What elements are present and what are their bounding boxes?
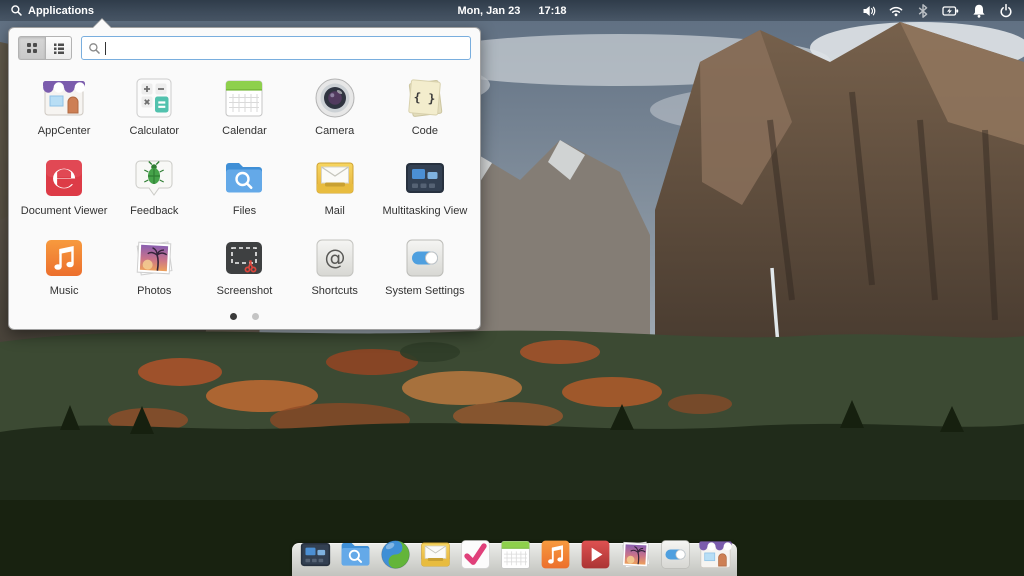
dock-item-photos[interactable]	[617, 536, 654, 573]
list-view-button[interactable]	[45, 36, 72, 60]
feedback-icon	[130, 154, 178, 202]
volume-icon[interactable]	[861, 3, 877, 19]
search-field	[81, 36, 471, 60]
web-browser-icon	[377, 536, 414, 573]
applications-launcher: AppCenter Calculator Calendar Camera Cod…	[8, 27, 481, 330]
app-label: Shortcuts	[311, 285, 358, 297]
app-label: Document Viewer	[20, 205, 108, 217]
multitasking-view-icon	[297, 536, 334, 573]
system-settings-icon	[401, 234, 449, 282]
power-icon[interactable]	[998, 3, 1014, 19]
photos-icon	[130, 234, 178, 282]
app-item-document-viewer[interactable]: Document Viewer	[19, 148, 109, 228]
bluetooth-icon[interactable]	[915, 3, 931, 19]
panel-date: Mon, Jan 23	[457, 4, 521, 17]
app-item-feedback[interactable]: Feedback	[109, 148, 199, 228]
document-viewer-icon	[40, 154, 88, 202]
tasks-icon	[457, 536, 494, 573]
battery-charging-icon[interactable]	[942, 3, 960, 19]
dock-item-calendar[interactable]	[497, 536, 534, 573]
applications-menu-button[interactable]: Applications	[0, 0, 104, 21]
app-label: AppCenter	[37, 125, 91, 137]
grid-view-icon	[27, 43, 37, 53]
app-label: Calendar	[222, 125, 267, 137]
music-icon	[537, 536, 574, 573]
appcenter-icon	[697, 536, 734, 573]
app-item-calendar[interactable]: Calendar	[199, 68, 289, 148]
notifications-icon[interactable]	[971, 3, 987, 19]
app-label: Feedback	[130, 205, 179, 217]
screenshot-icon	[220, 234, 268, 282]
calendar-icon	[220, 74, 268, 122]
system-settings-icon	[657, 536, 694, 573]
calculator-icon	[130, 74, 178, 122]
text-caret	[105, 41, 106, 55]
app-label: Screenshot	[216, 285, 273, 297]
app-label: Multitasking View	[382, 205, 468, 217]
photos-icon	[617, 536, 654, 573]
app-item-code[interactable]: Code	[380, 68, 470, 148]
dock-item-mail[interactable]	[417, 536, 454, 573]
app-label: Camera	[315, 125, 355, 137]
app-item-multitasking-view[interactable]: Multitasking View	[380, 148, 470, 228]
search-icon	[89, 42, 100, 54]
mail-icon	[311, 154, 359, 202]
shortcuts-icon	[311, 234, 359, 282]
music-icon	[40, 234, 88, 282]
datetime-indicator[interactable]: Mon, Jan 23 17:18	[457, 0, 566, 21]
app-label: Photos	[137, 285, 172, 297]
app-item-appcenter[interactable]: AppCenter	[19, 68, 109, 148]
panel-indicators	[861, 0, 1018, 21]
videos-icon	[577, 536, 614, 573]
calendar-icon	[497, 536, 534, 573]
search-icon	[11, 5, 22, 16]
dock-item-music[interactable]	[537, 536, 574, 573]
dock-item-appcenter[interactable]	[697, 536, 734, 573]
app-label: Mail	[324, 205, 345, 217]
appcenter-icon	[40, 74, 88, 122]
top-panel: Applications Mon, Jan 23 17:18	[0, 0, 1024, 21]
launcher-header	[9, 28, 480, 64]
app-label: Files	[232, 205, 257, 217]
app-item-system-settings[interactable]: System Settings	[380, 228, 470, 308]
applications-label: Applications	[28, 4, 95, 17]
grid-view-button[interactable]	[18, 36, 45, 60]
dock-item-system-settings[interactable]	[657, 536, 694, 573]
app-label: Music	[49, 285, 79, 297]
app-item-mail[interactable]: Mail	[290, 148, 380, 228]
app-item-music[interactable]: Music	[19, 228, 109, 308]
files-icon	[220, 154, 268, 202]
mail-icon	[417, 536, 454, 573]
code-icon	[401, 74, 449, 122]
multitasking-view-icon	[401, 154, 449, 202]
dock-item-videos[interactable]	[577, 536, 614, 573]
app-item-shortcuts[interactable]: Shortcuts	[290, 228, 380, 308]
app-grid: AppCenter Calculator Calendar Camera Cod…	[9, 64, 480, 308]
list-view-icon	[53, 43, 64, 54]
app-item-screenshot[interactable]: Screenshot	[199, 228, 289, 308]
dock-items	[297, 536, 734, 573]
desktop: { } ℮	[0, 0, 1024, 576]
dock-item-multitasking-view[interactable]	[297, 536, 334, 573]
files-icon	[337, 536, 374, 573]
panel-time: 17:18	[538, 4, 567, 17]
dock-item-tasks[interactable]	[457, 536, 494, 573]
app-label: Calculator	[129, 125, 180, 137]
app-item-photos[interactable]: Photos	[109, 228, 199, 308]
page-dots	[9, 313, 480, 320]
view-toggle	[18, 36, 72, 60]
app-label: System Settings	[385, 285, 465, 297]
camera-icon	[311, 74, 359, 122]
app-item-calculator[interactable]: Calculator	[109, 68, 199, 148]
app-item-camera[interactable]: Camera	[290, 68, 380, 148]
app-label: Code	[411, 125, 439, 137]
wifi-icon[interactable]	[888, 3, 904, 19]
dock-item-files[interactable]	[337, 536, 374, 573]
page-dot-1[interactable]	[230, 313, 237, 320]
dock-item-web-browser[interactable]	[377, 536, 414, 573]
page-dot-2[interactable]	[252, 313, 259, 320]
app-item-files[interactable]: Files	[199, 148, 289, 228]
search-input[interactable]	[110, 37, 464, 59]
